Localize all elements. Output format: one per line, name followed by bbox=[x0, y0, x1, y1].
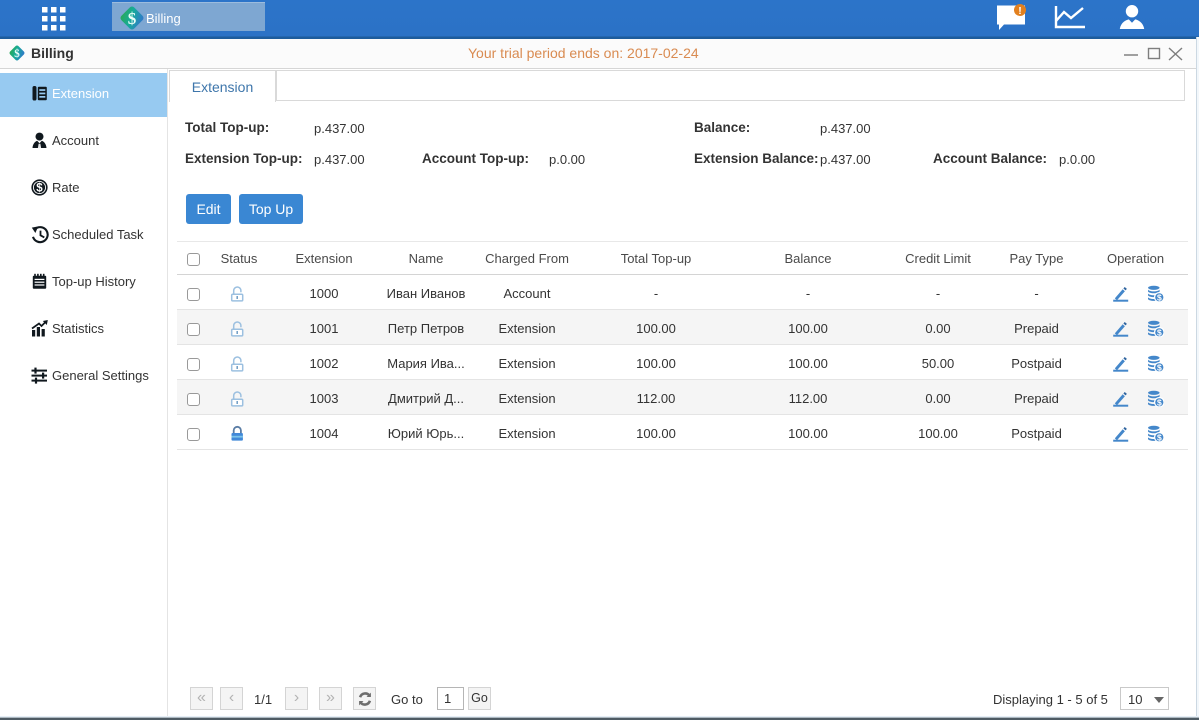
svg-text:$: $ bbox=[1157, 292, 1162, 302]
svg-text:$: $ bbox=[1157, 362, 1162, 372]
svg-text:!: ! bbox=[1018, 5, 1022, 17]
svg-text:$: $ bbox=[128, 9, 137, 28]
svg-text:$: $ bbox=[14, 48, 20, 60]
svg-text:$: $ bbox=[1157, 397, 1162, 407]
svg-text:$: $ bbox=[1157, 327, 1162, 337]
svg-text:$: $ bbox=[1157, 432, 1162, 442]
svg-text:$: $ bbox=[36, 183, 43, 195]
